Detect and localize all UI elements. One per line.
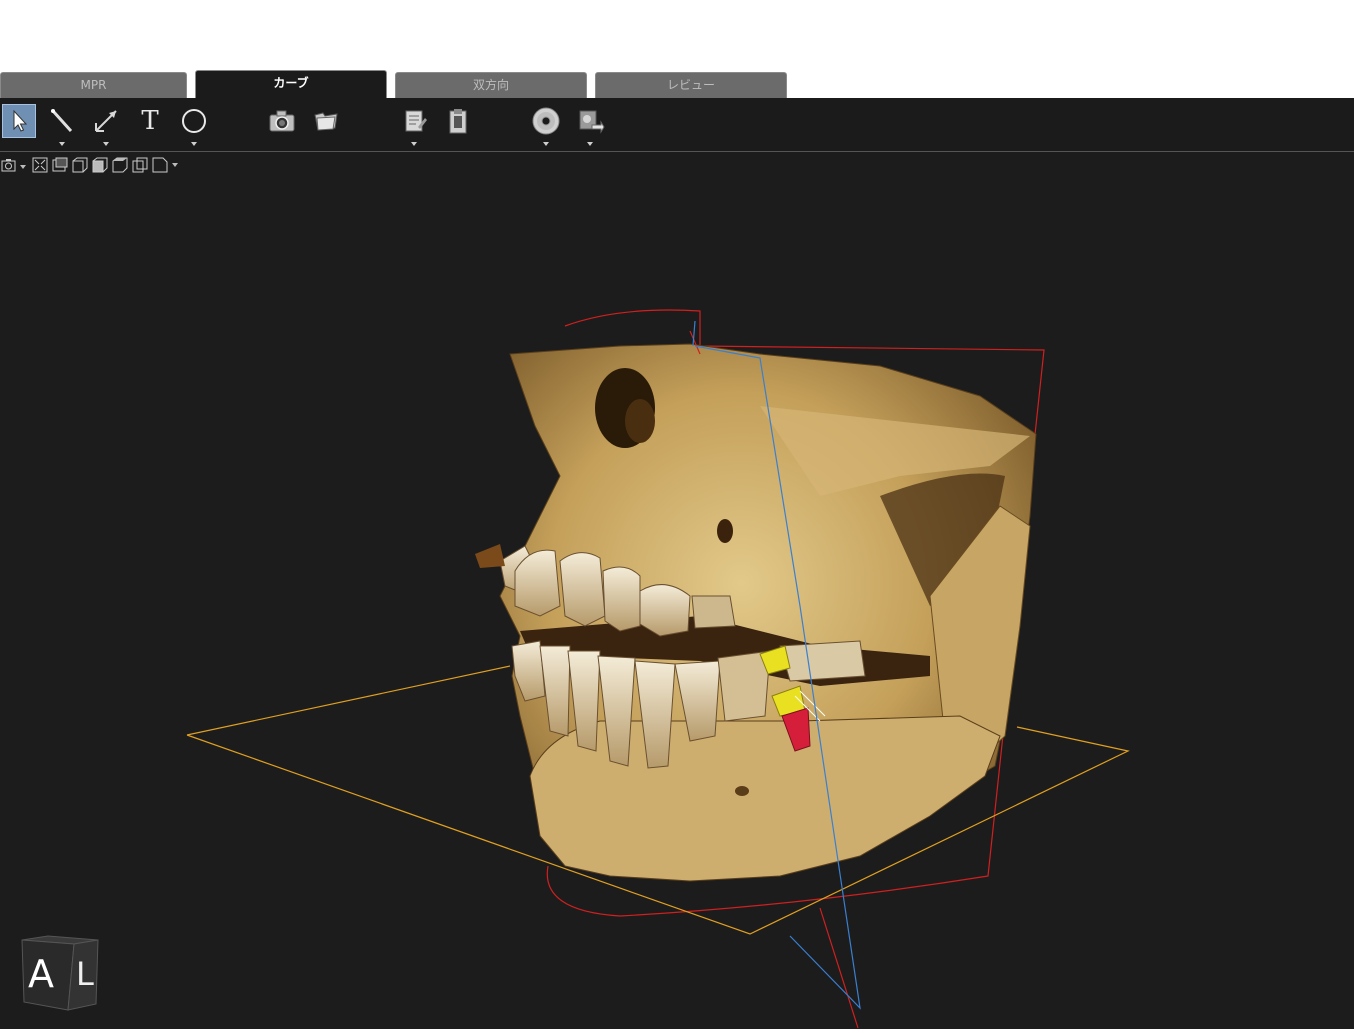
report-button[interactable] xyxy=(397,104,431,146)
3d-volume-viewport[interactable]: A L xyxy=(0,176,1354,1029)
view-menu-dropdown-icon[interactable] xyxy=(172,163,178,167)
clipboard-icon xyxy=(449,109,467,134)
report-icon xyxy=(405,110,427,132)
view-menu-icon[interactable] xyxy=(152,157,168,173)
view-side-icon[interactable] xyxy=(92,157,108,173)
angle-measure-button[interactable] xyxy=(89,104,123,146)
line-measure-dropdown-icon[interactable] xyxy=(59,142,65,146)
coronal-plane-edge xyxy=(819,907,859,1029)
select-tool-button[interactable] xyxy=(2,104,36,138)
app-window: T A L xyxy=(0,98,1354,1029)
angle-measure-icon xyxy=(95,110,117,132)
volume-render xyxy=(186,309,1130,1029)
fit-view-icon[interactable] xyxy=(32,157,48,173)
line-measure-button[interactable] xyxy=(45,104,79,146)
camera-icon xyxy=(269,110,295,132)
select-arrow-icon xyxy=(13,109,28,132)
cube-face-left: L xyxy=(76,955,94,993)
main-toolbar: T xyxy=(0,98,1354,152)
disc-icon xyxy=(532,107,560,135)
text-tool-button[interactable]: T xyxy=(133,104,167,138)
cube-face-anterior: A xyxy=(28,952,54,996)
ellipse-tool-button[interactable] xyxy=(177,104,211,146)
skull-model xyxy=(475,343,1037,882)
view-front-icon[interactable] xyxy=(72,157,88,173)
ellipse-dropdown-icon[interactable] xyxy=(191,142,197,146)
angle-measure-dropdown-icon[interactable] xyxy=(103,142,109,146)
clipboard-button[interactable] xyxy=(441,104,475,138)
tab-bidirectional[interactable]: 双方向 xyxy=(395,72,587,99)
burn-disc-button[interactable] xyxy=(529,104,563,146)
disc-dropdown-icon[interactable] xyxy=(543,142,549,146)
open-folder-button[interactable] xyxy=(309,104,343,138)
ellipse-tool-icon xyxy=(182,109,206,133)
tab-curve[interactable]: カーブ xyxy=(195,70,387,99)
tab-review[interactable]: レビュー xyxy=(595,72,787,99)
view-iso-icon[interactable] xyxy=(132,157,148,173)
tab-mpr[interactable]: MPR xyxy=(0,72,187,99)
export-dropdown-icon[interactable] xyxy=(587,142,593,146)
orientation-cube[interactable]: A L xyxy=(18,934,102,1014)
view-top-icon[interactable] xyxy=(112,157,128,173)
title-area xyxy=(0,0,1354,70)
line-measure-icon xyxy=(51,109,73,133)
folder-icon xyxy=(314,112,338,131)
capture-button[interactable] xyxy=(265,104,299,138)
export-icon xyxy=(579,110,605,134)
text-tool-icon: T xyxy=(141,106,159,136)
tab-bar: MPR カーブ 双方向 レビュー xyxy=(0,70,1354,99)
view-subtoolbar xyxy=(0,154,190,176)
snapshot-icon[interactable] xyxy=(1,157,17,173)
report-dropdown-icon[interactable] xyxy=(411,142,417,146)
snapshot-dropdown-icon[interactable] xyxy=(20,165,26,169)
layout-icon[interactable] xyxy=(52,157,68,173)
export-button[interactable] xyxy=(573,104,607,146)
